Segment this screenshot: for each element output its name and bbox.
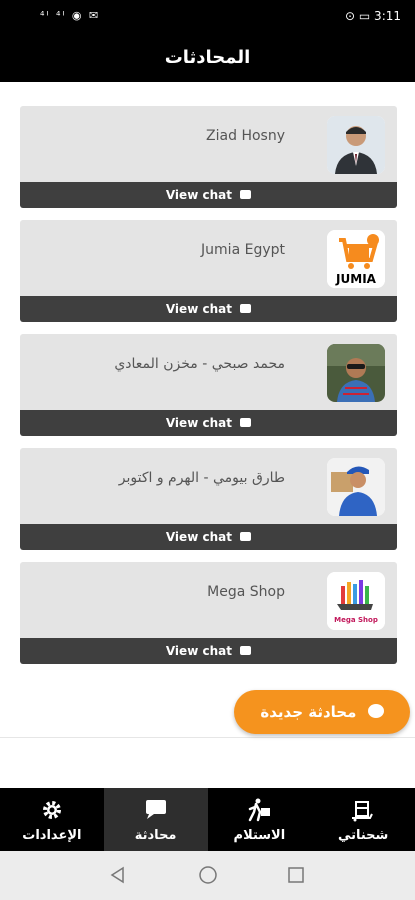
page-title: المحادثات bbox=[164, 47, 251, 68]
view-chat-button[interactable]: View chat bbox=[20, 296, 397, 322]
view-chat-label: View chat bbox=[165, 188, 232, 202]
nav-item-shipments[interactable]: شحناتي bbox=[311, 788, 415, 851]
chat-card[interactable]: Jumia Egypt JUMIA View chat bbox=[20, 220, 397, 322]
chat-card[interactable]: Mega Shop Mega Shop View chat bbox=[20, 562, 397, 664]
nav-item-settings[interactable]: الإعدادات bbox=[0, 788, 104, 851]
chat-name: Ziad Hosny bbox=[206, 128, 285, 144]
view-chat-label: View chat bbox=[165, 530, 232, 544]
chat-bubble-icon bbox=[240, 646, 252, 655]
nav-label: شحناتي bbox=[337, 828, 389, 843]
avatar: Mega Shop bbox=[327, 572, 385, 630]
bottom-nav: شحناتي الاستلام محادثة الإعدادات bbox=[0, 788, 415, 851]
new-chat-label: محادثة جديدة bbox=[260, 703, 357, 721]
chat-bubble-icon bbox=[240, 532, 252, 541]
mega-shop-logo-icon: Mega Shop bbox=[327, 572, 385, 630]
chat-bubble-icon bbox=[240, 304, 252, 313]
jumia-logo-icon: JUMIA bbox=[327, 230, 385, 288]
nav-item-chat[interactable]: محادثة bbox=[103, 788, 208, 851]
view-chat-button[interactable]: View chat bbox=[20, 524, 397, 550]
person-photo-icon bbox=[327, 344, 385, 402]
svg-text:JUMIA: JUMIA bbox=[335, 272, 377, 286]
view-chat-label: View chat bbox=[165, 416, 232, 430]
nav-label: الاستلام bbox=[233, 828, 286, 843]
chat-icon bbox=[145, 800, 166, 819]
chat-name: Mega Shop bbox=[207, 584, 285, 600]
chat-bubble-icon bbox=[240, 190, 252, 199]
chat-bubble-icon bbox=[240, 418, 252, 427]
status-clock: ⊙ ▭ 3:11 bbox=[345, 9, 401, 23]
home-icon[interactable] bbox=[198, 865, 218, 885]
chat-list[interactable]: Ziad Hosny View chat Jumia Egypt JUMIA V… bbox=[0, 82, 415, 737]
avatar bbox=[327, 344, 385, 402]
new-chat-button[interactable]: محادثة جديدة bbox=[234, 690, 410, 734]
gear-icon bbox=[42, 801, 61, 819]
view-chat-label: View chat bbox=[165, 302, 232, 316]
divider bbox=[0, 737, 415, 738]
view-chat-button[interactable]: View chat bbox=[20, 638, 397, 664]
view-chat-button[interactable]: View chat bbox=[20, 410, 397, 436]
svg-text:Mega Shop: Mega Shop bbox=[334, 616, 378, 624]
chat-name: محمد صبحي - مخزن المعادي bbox=[114, 356, 285, 372]
recents-icon[interactable] bbox=[286, 865, 306, 885]
app-header: المحادثات bbox=[0, 34, 415, 82]
status-bar: ⁴ᴵ ⁴ᴵ ◉ ✉ ⊙ ▭ 3:11 bbox=[0, 0, 415, 34]
avatar bbox=[327, 116, 385, 174]
status-left-icons: ⁴ᴵ ⁴ᴵ ◉ ✉ bbox=[40, 9, 101, 22]
chat-bubble-icon bbox=[367, 703, 384, 718]
nav-item-receiving[interactable]: الاستلام bbox=[208, 788, 312, 851]
chat-name: طارق بيومي - الهرم و اكتوبر bbox=[118, 470, 285, 486]
nav-label: الإعدادات bbox=[22, 828, 82, 843]
avatar bbox=[327, 458, 385, 516]
avatar: JUMIA bbox=[327, 230, 385, 288]
package-icon bbox=[352, 801, 374, 822]
chat-card[interactable]: Ziad Hosny View chat bbox=[20, 106, 397, 208]
chat-card[interactable]: محمد صبحي - مخزن المعادي View chat bbox=[20, 334, 397, 436]
nav-label: محادثة bbox=[134, 828, 177, 843]
courier-icon bbox=[249, 798, 271, 822]
back-icon[interactable] bbox=[108, 865, 128, 885]
system-nav-bar bbox=[0, 851, 415, 900]
delivery-person-icon bbox=[327, 458, 385, 516]
view-chat-button[interactable]: View chat bbox=[20, 182, 397, 208]
view-chat-label: View chat bbox=[165, 644, 232, 658]
chat-name: Jumia Egypt bbox=[201, 242, 285, 258]
chat-card[interactable]: طارق بيومي - الهرم و اكتوبر View chat bbox=[20, 448, 397, 550]
person-photo-icon bbox=[327, 116, 385, 174]
